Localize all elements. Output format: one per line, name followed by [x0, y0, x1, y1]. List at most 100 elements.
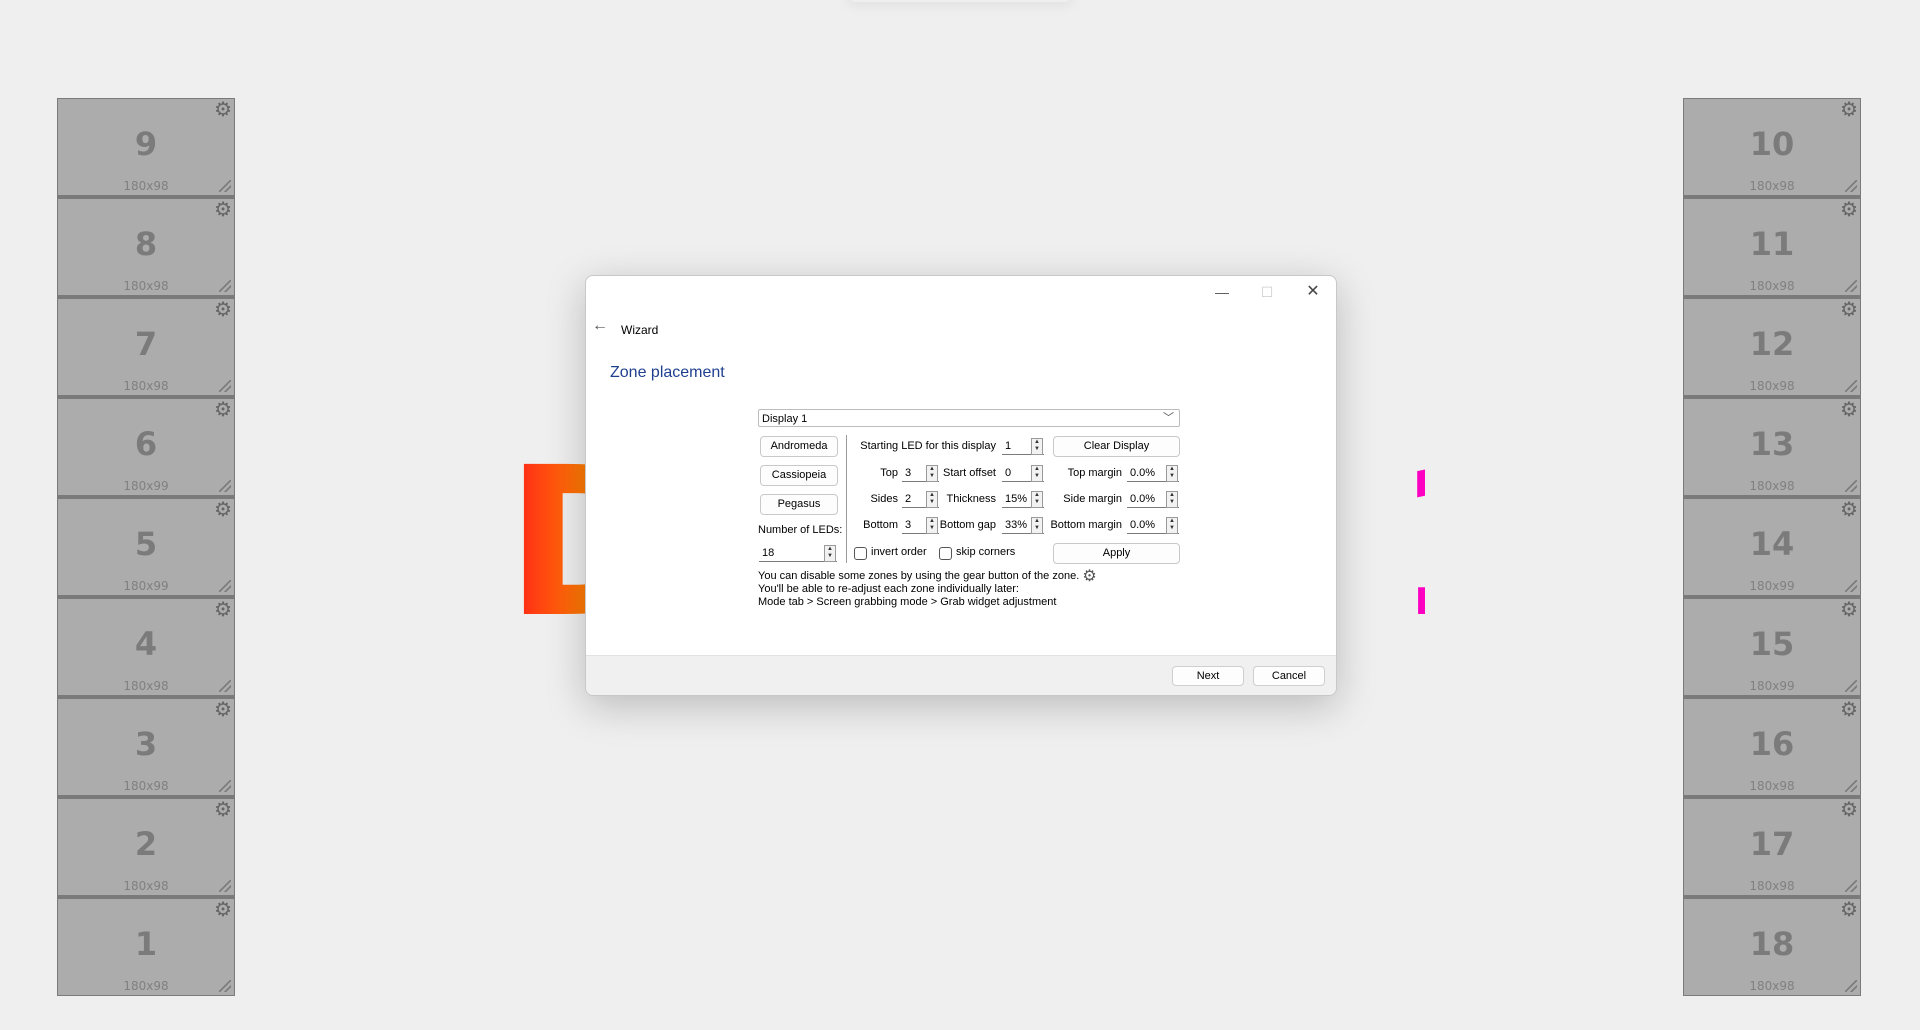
bottom-value: 3	[905, 519, 912, 531]
zone-widget[interactable]: 6 180x99 ⚙	[57, 396, 235, 496]
bottom-gap-spinbox[interactable]: 33% ▲ ▼	[1002, 516, 1044, 534]
resize-grip-icon[interactable]	[1845, 480, 1857, 492]
gear-icon[interactable]: ⚙	[1840, 199, 1858, 219]
gear-icon[interactable]: ⚙	[214, 399, 232, 419]
next-button[interactable]: Next	[1172, 666, 1244, 686]
zone-widget[interactable]: 8 180x98 ⚙	[57, 196, 235, 296]
starting-led-spinbox[interactable]: 1 ▲ ▼	[1002, 437, 1044, 455]
resize-grip-icon[interactable]	[219, 280, 231, 292]
bottom-margin-spinbox[interactable]: 0.0% ▲ ▼	[1127, 516, 1179, 534]
thickness-label: Thickness	[946, 493, 996, 505]
zone-number: 2	[134, 825, 158, 863]
spin-arrows-icon[interactable]: ▲ ▼	[1031, 465, 1043, 482]
zone-widget[interactable]: 16 180x98 ⚙	[1683, 696, 1861, 796]
spin-arrows-icon[interactable]: ▲ ▼	[1031, 491, 1043, 508]
preset-andromeda-button[interactable]: Andromeda	[760, 436, 838, 457]
display-select[interactable]: Display 1 ﹀	[758, 409, 1180, 427]
resize-grip-icon[interactable]	[1845, 280, 1857, 292]
gear-icon[interactable]: ⚙	[214, 199, 232, 219]
resize-grip-icon[interactable]	[219, 880, 231, 892]
spin-arrows-icon[interactable]: ▲ ▼	[1166, 491, 1178, 508]
zone-number: 6	[134, 425, 158, 463]
zone-number: 9	[134, 125, 158, 163]
zone-widget[interactable]: 12 180x98 ⚙	[1683, 296, 1861, 396]
thickness-spinbox[interactable]: 15% ▲ ▼	[1002, 490, 1044, 508]
gear-icon[interactable]: ⚙	[214, 699, 232, 719]
resize-grip-icon[interactable]	[219, 680, 231, 692]
clear-display-button[interactable]: Clear Display	[1053, 436, 1180, 457]
resize-grip-icon[interactable]	[219, 780, 231, 792]
starting-led-value: 1	[1005, 440, 1012, 452]
resize-grip-icon[interactable]	[1845, 580, 1857, 592]
minimize-icon: —	[1215, 284, 1229, 300]
preset-pegasus-button[interactable]: Pegasus	[760, 494, 838, 515]
zone-widget[interactable]: 14 180x99 ⚙	[1683, 496, 1861, 596]
side-margin-spinbox[interactable]: 0.0% ▲ ▼	[1127, 490, 1179, 508]
spin-arrows-icon[interactable]: ▲ ▼	[1031, 438, 1043, 455]
resize-grip-icon[interactable]	[219, 480, 231, 492]
resize-grip-icon[interactable]	[1845, 180, 1857, 192]
spin-arrows-icon[interactable]: ▲ ▼	[1166, 517, 1178, 534]
resize-grip-icon[interactable]	[1845, 780, 1857, 792]
preset-cassiopeia-button[interactable]: Cassiopeia	[760, 465, 838, 486]
gear-icon[interactable]: ⚙	[1840, 399, 1858, 419]
spin-arrows-icon[interactable]: ▲ ▼	[1166, 465, 1178, 482]
cancel-button[interactable]: Cancel	[1253, 666, 1325, 686]
zone-number: 4	[134, 625, 158, 663]
gear-icon[interactable]: ⚙	[1840, 99, 1858, 119]
gear-icon[interactable]: ⚙	[1840, 299, 1858, 319]
close-button[interactable]: ✕	[1291, 280, 1335, 304]
gear-icon[interactable]: ⚙	[214, 99, 232, 119]
resize-grip-icon[interactable]	[219, 380, 231, 392]
apply-button[interactable]: Apply	[1053, 543, 1180, 564]
gear-icon[interactable]: ⚙	[1840, 599, 1858, 619]
invert-order-label[interactable]: invert order	[871, 546, 927, 558]
gear-icon[interactable]: ⚙	[214, 599, 232, 619]
minimize-button[interactable]: —	[1200, 280, 1244, 304]
zone-widget[interactable]: 7 180x98 ⚙	[57, 296, 235, 396]
num-leds-spinbox[interactable]: 18 ▲ ▼	[759, 544, 837, 562]
resize-grip-icon[interactable]	[1845, 380, 1857, 392]
zone-number: 18	[1749, 925, 1795, 963]
gear-icon[interactable]: ⚙	[214, 799, 232, 819]
zone-widget[interactable]: 17 180x98 ⚙	[1683, 796, 1861, 896]
top-spinbox[interactable]: 3 ▲ ▼	[902, 464, 939, 482]
zone-widget[interactable]: 5 180x99 ⚙	[57, 496, 235, 596]
resize-grip-icon[interactable]	[1845, 980, 1857, 992]
resize-grip-icon[interactable]	[219, 580, 231, 592]
gear-icon[interactable]: ⚙	[214, 299, 232, 319]
zone-widget[interactable]: 9 180x98 ⚙	[57, 98, 235, 196]
zone-widget[interactable]: 15 180x99 ⚙	[1683, 596, 1861, 696]
spin-arrows-icon[interactable]: ▲ ▼	[824, 545, 836, 562]
invert-order-checkbox[interactable]	[854, 547, 867, 560]
zone-widget[interactable]: 13 180x98 ⚙	[1683, 396, 1861, 496]
skip-corners-label[interactable]: skip corners	[956, 546, 1015, 558]
gear-icon[interactable]: ⚙	[1840, 899, 1858, 919]
resize-grip-icon[interactable]	[219, 980, 231, 992]
gear-icon[interactable]: ⚙	[214, 899, 232, 919]
top-margin-spinbox[interactable]: 0.0% ▲ ▼	[1127, 464, 1179, 482]
gear-icon[interactable]: ⚙	[1840, 699, 1858, 719]
gear-icon[interactable]: ⚙	[1840, 499, 1858, 519]
resize-grip-icon[interactable]	[219, 180, 231, 192]
zone-widget[interactable]: 11 180x98 ⚙	[1683, 196, 1861, 296]
gear-icon[interactable]: ⚙	[214, 499, 232, 519]
page-title: Zone placement	[610, 364, 725, 381]
zone-widget[interactable]: 3 180x98 ⚙	[57, 696, 235, 796]
zone-widget[interactable]: 10 180x98 ⚙	[1683, 98, 1861, 196]
sides-spinbox[interactable]: 2 ▲ ▼	[902, 490, 939, 508]
bottom-spinbox[interactable]: 3 ▲ ▼	[902, 516, 939, 534]
zone-size: 180x98	[123, 879, 169, 893]
resize-grip-icon[interactable]	[1845, 680, 1857, 692]
zone-size: 180x99	[1749, 679, 1795, 693]
zone-widget[interactable]: 4 180x98 ⚙	[57, 596, 235, 696]
resize-grip-icon[interactable]	[1845, 880, 1857, 892]
zone-widget[interactable]: 1 180x98 ⚙	[57, 896, 235, 996]
back-arrow-icon[interactable]: ←	[592, 317, 608, 335]
zone-widget[interactable]: 18 180x98 ⚙	[1683, 896, 1861, 996]
gear-icon[interactable]: ⚙	[1840, 799, 1858, 819]
maximize-button[interactable]: ☐	[1245, 280, 1289, 304]
skip-corners-checkbox[interactable]	[939, 547, 952, 560]
start-offset-spinbox[interactable]: 0 ▲ ▼	[1002, 464, 1044, 482]
zone-widget[interactable]: 2 180x98 ⚙	[57, 796, 235, 896]
